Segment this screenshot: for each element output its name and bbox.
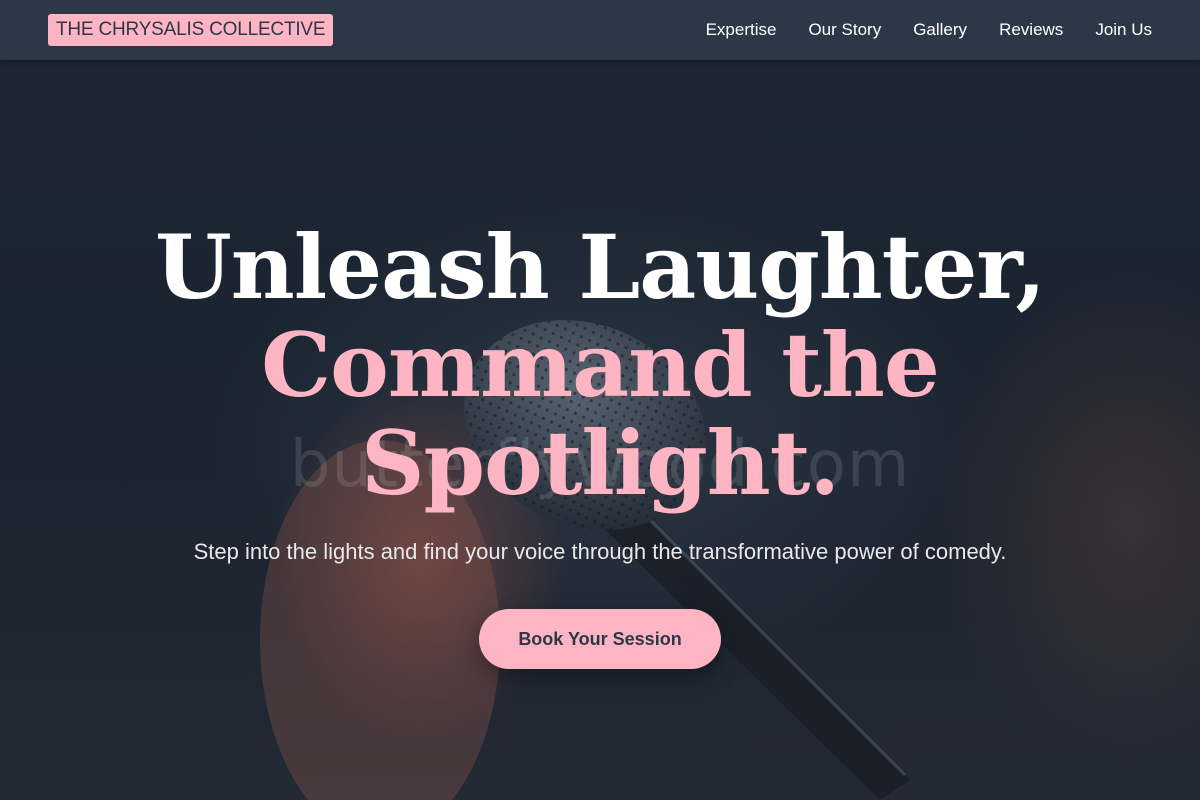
hero-headline: Unleash Laughter, Command the Spotlight.: [0, 218, 1200, 512]
top-navbar: THE CHRYSALIS COLLECTIVE Expertise Our S…: [0, 0, 1200, 60]
headline-line-3: Spotlight.: [360, 411, 840, 515]
nav-links: Expertise Our Story Gallery Reviews Join…: [706, 20, 1152, 40]
hero-content: Unleash Laughter, Command the Spotlight.…: [0, 218, 1200, 669]
hero-subtitle: Step into the lights and find your voice…: [193, 539, 1007, 564]
nav-link-our-story[interactable]: Our Story: [808, 20, 881, 40]
nav-link-gallery[interactable]: Gallery: [913, 20, 967, 40]
brand-logo[interactable]: THE CHRYSALIS COLLECTIVE: [48, 14, 334, 46]
book-session-button[interactable]: Book Your Session: [479, 609, 721, 669]
nav-link-expertise[interactable]: Expertise: [706, 20, 777, 40]
headline-line-1: Unleash Laughter,: [155, 215, 1046, 319]
nav-link-reviews[interactable]: Reviews: [999, 20, 1063, 40]
headline-line-2: Command the: [261, 313, 940, 417]
nav-link-join-us[interactable]: Join Us: [1095, 20, 1152, 40]
